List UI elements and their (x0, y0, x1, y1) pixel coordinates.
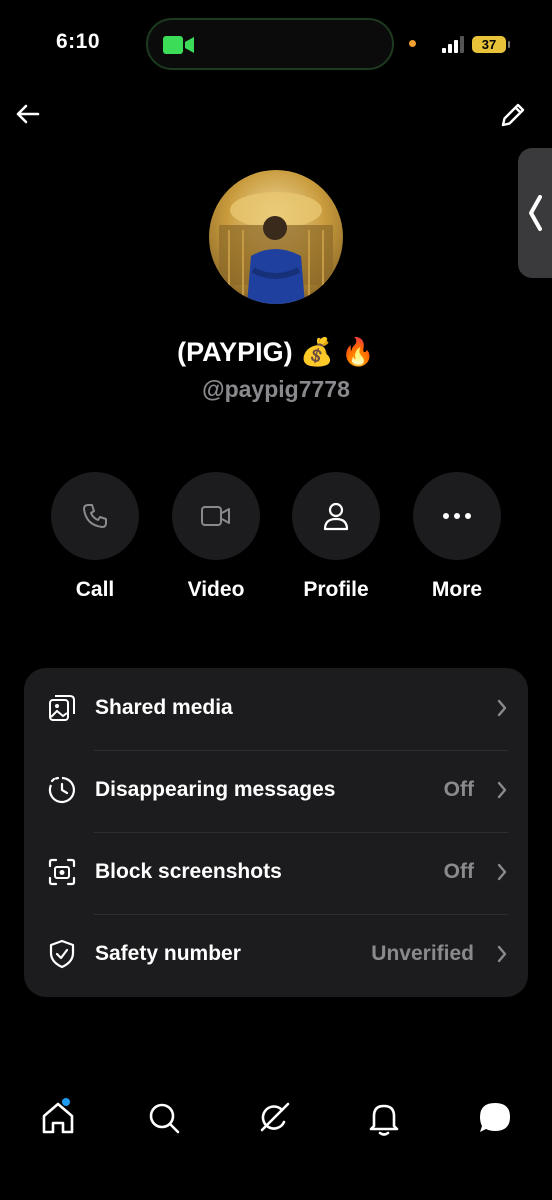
back-arrow-icon[interactable] (12, 98, 44, 130)
video-button[interactable]: Video (172, 472, 260, 602)
more-dots-icon (443, 513, 471, 519)
media-icon (49, 695, 75, 721)
screenshot-icon (48, 858, 76, 886)
bell-icon[interactable] (362, 1096, 406, 1140)
home-notification-dot (62, 1098, 70, 1106)
chevron-right-icon (497, 699, 507, 717)
edit-pencil-icon[interactable] (496, 98, 530, 132)
timer-icon (48, 776, 75, 804)
call-label: Call (75, 578, 115, 601)
disappearing-messages-label: Disappearing messages (95, 778, 336, 801)
profile-label: Profile (303, 578, 369, 601)
shield-check-icon (49, 939, 75, 969)
more-button[interactable]: More (413, 472, 501, 602)
dynamic-island[interactable] (146, 18, 394, 70)
contact-name: (PAYPIG) 💰 🔥 (177, 337, 375, 367)
privacy-indicator-dot (409, 40, 416, 47)
chevron-right-icon (497, 781, 507, 799)
video-button-circle[interactable] (172, 472, 260, 560)
video-label: Video (187, 578, 245, 601)
chevron-left-icon (529, 195, 542, 231)
side-panel-handle[interactable] (518, 148, 552, 278)
home-icon[interactable] (36, 1096, 80, 1140)
profile-button[interactable]: Profile (292, 472, 380, 602)
more-button-circle[interactable] (413, 472, 501, 560)
disappearing-messages-value: Off (443, 778, 474, 801)
chevron-right-icon (497, 863, 507, 881)
shared-media-row[interactable]: Shared media (24, 668, 528, 750)
block-screenshots-label: Block screenshots (95, 860, 282, 883)
avatar[interactable] (209, 170, 343, 304)
call-button-circle[interactable] (51, 472, 139, 560)
contact-handle: @paypig7778 (202, 376, 350, 402)
safety-number-row[interactable]: Safety number Unverified (24, 914, 528, 996)
battery-indicator: 37 (472, 36, 510, 53)
call-button[interactable]: Call (51, 472, 139, 602)
conversation-settings-card: Shared media Disappearing messages Off B… (24, 668, 528, 997)
phone-icon (83, 504, 107, 528)
chevron-right-icon (497, 945, 507, 963)
messages-icon[interactable] (473, 1096, 517, 1140)
block-screenshots-row[interactable]: Block screenshots Off (24, 832, 528, 914)
status-time: 6:10 (56, 30, 101, 53)
disappearing-messages-row[interactable]: Disappearing messages Off (24, 750, 528, 832)
cellular-signal-icon (442, 36, 464, 53)
video-icon (201, 506, 230, 526)
safety-number-value: Unverified (371, 942, 474, 965)
search-icon[interactable] (142, 1096, 186, 1140)
profile-button-circle[interactable] (292, 472, 380, 560)
video-call-indicator-icon (163, 36, 194, 54)
shared-media-label: Shared media (95, 696, 233, 719)
grok-icon[interactable] (252, 1096, 296, 1140)
block-screenshots-value: Off (443, 860, 474, 883)
person-icon (323, 502, 349, 531)
safety-number-label: Safety number (95, 942, 241, 965)
avatar-photo (219, 192, 333, 304)
more-label: More (431, 578, 483, 601)
